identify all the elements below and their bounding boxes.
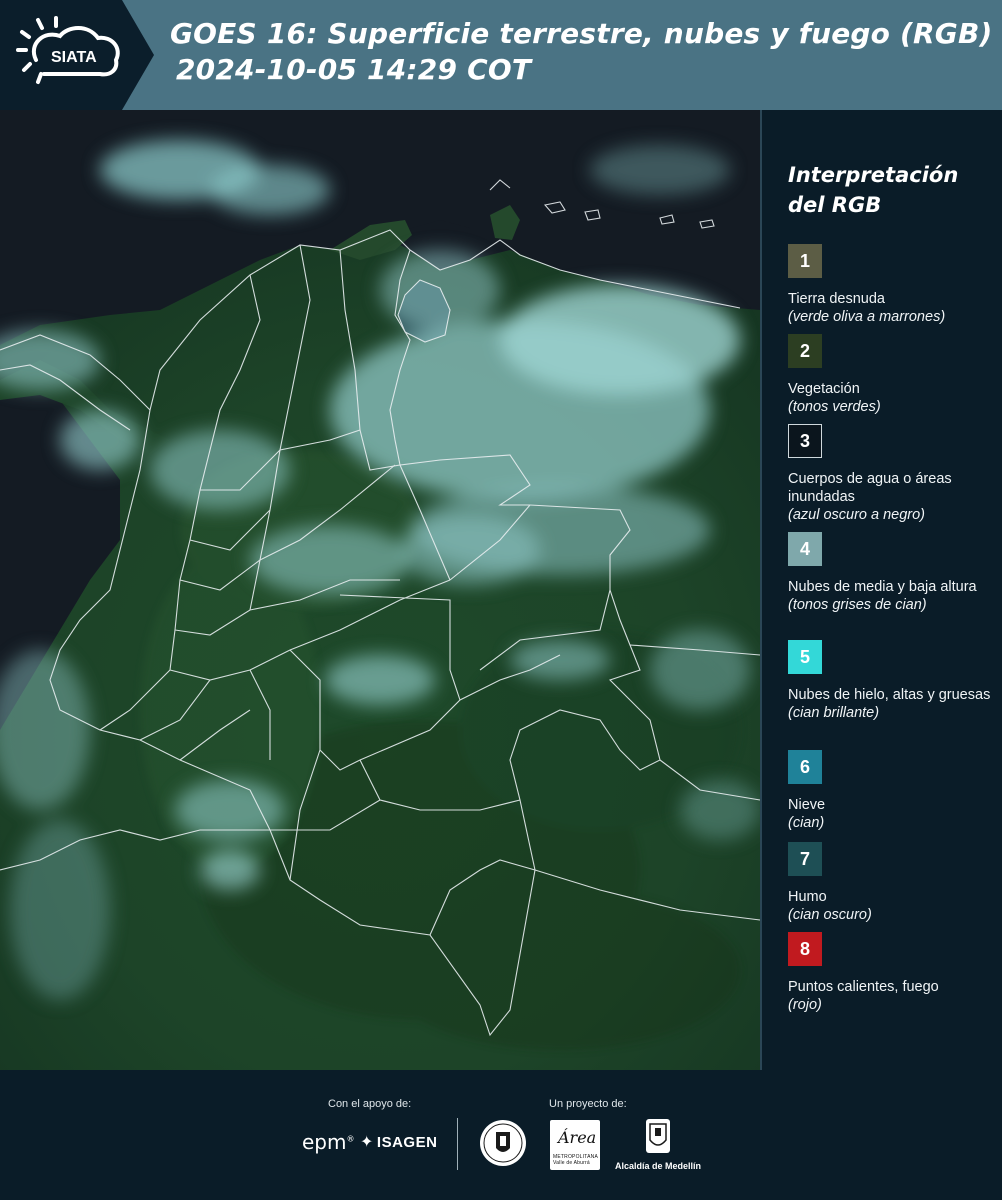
- legend-item-fire: 8 Puntos calientes, fuego (rojo): [788, 932, 993, 1014]
- legend-swatch-3: 3: [788, 424, 822, 458]
- legend-label-7: Humo: [788, 889, 827, 905]
- legend-swatch-5: 5: [788, 640, 822, 674]
- legend-swatch-7: 7: [788, 842, 822, 876]
- satellite-map[interactable]: [0, 110, 760, 1070]
- project-label: Un proyecto de:: [549, 1098, 627, 1110]
- siata-logo-text: SIATA: [51, 49, 97, 66]
- legend-desc-1: (verde oliva a marrones): [788, 309, 946, 325]
- legend-label-2: Vegetación: [788, 381, 860, 397]
- isagen-logo: ✦ ISAGEN: [360, 1132, 437, 1152]
- isagen-logo-text: ISAGEN: [376, 1134, 438, 1151]
- legend-title-line1: Interpretación: [788, 163, 959, 187]
- legend-item-low-clouds: 4 Nubes de media y baja altura (tonos gr…: [788, 532, 993, 614]
- legend-label-8: Puntos calientes, fuego: [788, 979, 939, 995]
- legend-desc-7: (cian oscuro): [788, 907, 872, 923]
- page-title: GOES 16: Superficie terrestre, nubes y f…: [170, 16, 1000, 88]
- legend-desc-5: (cian brillante): [788, 705, 880, 721]
- university-seal-icon: [480, 1120, 526, 1166]
- legend-swatch-2: 2: [788, 334, 822, 368]
- legend-item-smoke: 7 Humo (cian oscuro): [788, 842, 993, 924]
- area-logo-subtext: METROPOLITANA Valle de Aburrá: [553, 1154, 598, 1166]
- legend-title: Interpretación del RGB: [788, 160, 993, 220]
- siata-logo-block: SIATA: [0, 0, 122, 110]
- legend-item-ice-clouds: 5 Nubes de hielo, altas y gruesas (cian …: [788, 640, 993, 722]
- legend-desc-8: (rojo): [788, 997, 822, 1013]
- legend-item-water: 3 Cuerpos de agua o áreas inundadas (azu…: [788, 424, 993, 524]
- legend-label-6: Nieve: [788, 797, 826, 813]
- epm-logo-text: epm: [302, 1130, 347, 1154]
- legend-label-3: Cuerpos de agua o áreas inundadas: [788, 471, 952, 505]
- medellin-shield-icon: [646, 1119, 670, 1153]
- header-bar: SIATA GOES 16: Superficie terrestre, nub…: [0, 0, 1002, 110]
- legend-swatch-1: 1: [788, 244, 822, 278]
- epm-logo: epm®: [302, 1130, 355, 1154]
- satellite-map-canvas: [0, 110, 760, 1070]
- title-line-datetime: 2024-10-05 14:29 COT: [176, 53, 532, 86]
- title-line-product: GOES 16: Superficie terrestre, nubes y f…: [170, 17, 993, 50]
- legend-title-line2: del RGB: [788, 193, 882, 217]
- footer-divider: [457, 1118, 458, 1170]
- legend-item-snow: 6 Nieve (cian): [788, 750, 993, 832]
- isagen-mark-icon: ✦: [360, 1134, 374, 1151]
- area-logo-text: Área: [558, 1128, 597, 1147]
- legend-label-1: Tierra desnuda: [788, 291, 885, 307]
- legend-label-5: Nubes de hielo, altas y gruesas: [788, 687, 991, 703]
- legend-item-bare-soil: 1 Tierra desnuda (verde oliva a marrones…: [788, 244, 993, 326]
- support-label: Con el apoyo de:: [328, 1098, 412, 1110]
- legend-desc-2: (tonos verdes): [788, 399, 881, 415]
- area-metropolitana-logo: Área METROPOLITANA Valle de Aburrá: [550, 1120, 600, 1170]
- legend-desc-3: (azul oscuro a negro): [788, 507, 926, 523]
- siata-logo: SIATA: [16, 16, 120, 84]
- legend-swatch-6: 6: [788, 750, 822, 784]
- legend-panel: Interpretación del RGB 1 Tierra desnuda …: [788, 160, 993, 1013]
- legend-desc-6: (cian): [788, 815, 825, 831]
- footer: Con el apoyo de: Un proyecto de: epm® ✦ I…: [0, 1070, 1002, 1200]
- map-border: [760, 110, 762, 1070]
- legend-desc-4: (tonos grises de cian): [788, 597, 927, 613]
- legend-item-vegetation: 2 Vegetación (tonos verdes): [788, 334, 993, 416]
- legend-swatch-4: 4: [788, 532, 822, 566]
- legend-label-4: Nubes de media y baja altura: [788, 579, 977, 595]
- legend-swatch-8: 8: [788, 932, 822, 966]
- logo-arrow-shape: [122, 0, 154, 110]
- medellin-label: Alcaldía de Medellín: [614, 1161, 702, 1171]
- alcaldia-medellin-logo: Alcaldía de Medellín: [612, 1118, 704, 1171]
